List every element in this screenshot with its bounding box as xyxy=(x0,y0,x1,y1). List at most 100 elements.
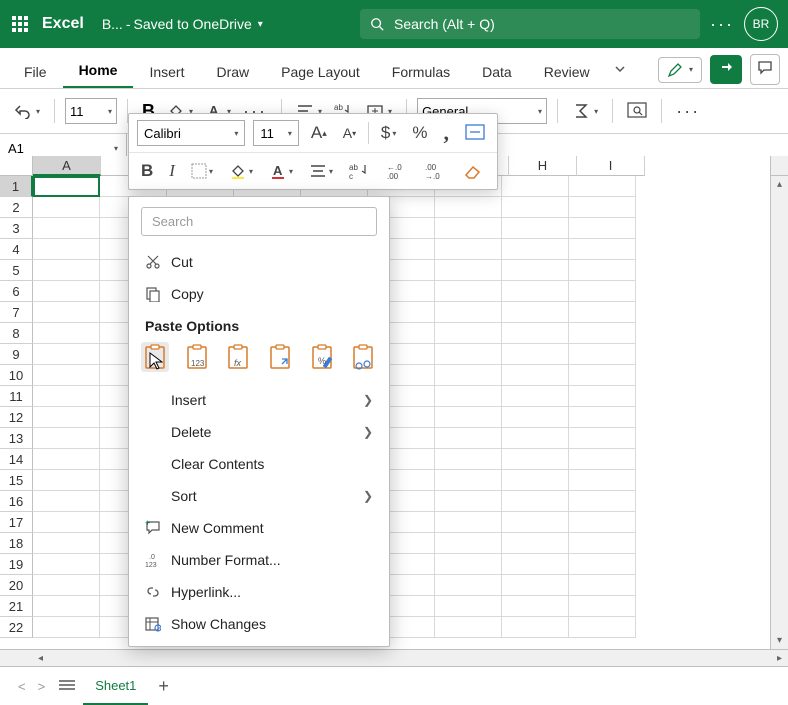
mini-borders-button[interactable]: ▾ xyxy=(187,161,217,181)
scroll-down-icon[interactable]: ▾ xyxy=(771,632,788,649)
autosum-button[interactable]: ▾ xyxy=(568,100,602,122)
cell[interactable] xyxy=(435,533,502,554)
cell[interactable] xyxy=(33,491,100,512)
mini-wrap-text-button[interactable]: abc xyxy=(345,160,375,182)
cell[interactable] xyxy=(435,281,502,302)
cell[interactable] xyxy=(502,575,569,596)
ctx-show-changes[interactable]: Show Changes xyxy=(129,608,389,640)
context-search-input[interactable]: Search xyxy=(141,207,377,236)
cell[interactable] xyxy=(569,575,636,596)
paste-option-link[interactable] xyxy=(349,342,377,372)
mini-italic-button[interactable]: I xyxy=(165,159,179,183)
cell[interactable] xyxy=(435,491,502,512)
cell[interactable] xyxy=(435,407,502,428)
cell[interactable] xyxy=(435,449,502,470)
cell[interactable] xyxy=(33,323,100,344)
cell[interactable] xyxy=(502,449,569,470)
cell[interactable] xyxy=(502,533,569,554)
cell[interactable] xyxy=(33,449,100,470)
document-title[interactable]: B... - Saved to OneDrive ▾ xyxy=(102,16,263,32)
cell[interactable] xyxy=(33,596,100,617)
cell[interactable] xyxy=(502,428,569,449)
cell[interactable] xyxy=(435,239,502,260)
row-header[interactable]: 8 xyxy=(0,323,33,344)
cell[interactable] xyxy=(33,554,100,575)
cell[interactable] xyxy=(435,197,502,218)
horizontal-scrollbar[interactable]: ◂ ▸ xyxy=(0,649,788,667)
cell[interactable] xyxy=(502,554,569,575)
cell[interactable] xyxy=(33,344,100,365)
cell[interactable] xyxy=(33,428,100,449)
row-header[interactable]: 20 xyxy=(0,575,33,596)
row-header[interactable]: 11 xyxy=(0,386,33,407)
cell[interactable] xyxy=(569,344,636,365)
cell[interactable] xyxy=(502,386,569,407)
cell[interactable] xyxy=(33,407,100,428)
row-header[interactable]: 2 xyxy=(0,197,33,218)
comments-button[interactable] xyxy=(750,54,780,85)
cell[interactable] xyxy=(33,386,100,407)
row-header[interactable]: 9 xyxy=(0,344,33,365)
row-header[interactable]: 3 xyxy=(0,218,33,239)
cell[interactable] xyxy=(33,197,100,218)
col-header-I[interactable]: I xyxy=(577,156,645,176)
cell[interactable] xyxy=(502,239,569,260)
paste-option-formulas[interactable]: fx xyxy=(224,342,252,372)
ctx-number-format[interactable]: .0123 Number Format... xyxy=(129,544,389,576)
row-header[interactable]: 16 xyxy=(0,491,33,512)
cell[interactable] xyxy=(569,218,636,239)
more-options-icon[interactable]: ··· xyxy=(710,14,734,35)
row-header[interactable]: 12 xyxy=(0,407,33,428)
cell[interactable] xyxy=(502,344,569,365)
cell[interactable] xyxy=(569,260,636,281)
tab-data[interactable]: Data xyxy=(466,54,528,88)
cell[interactable] xyxy=(33,218,100,239)
cell[interactable] xyxy=(502,365,569,386)
paste-option-values[interactable]: 123 xyxy=(183,342,211,372)
cell[interactable] xyxy=(569,617,636,638)
cell[interactable] xyxy=(569,407,636,428)
cell[interactable] xyxy=(569,533,636,554)
cell[interactable] xyxy=(569,449,636,470)
row-header[interactable]: 7 xyxy=(0,302,33,323)
comma-format-button[interactable]: , xyxy=(440,125,454,141)
cell[interactable] xyxy=(33,302,100,323)
scroll-up-icon[interactable]: ▴ xyxy=(771,176,788,193)
cell[interactable] xyxy=(435,512,502,533)
sheet-tab-active[interactable]: Sheet1 xyxy=(83,668,148,705)
tab-insert[interactable]: Insert xyxy=(133,54,200,88)
cell[interactable] xyxy=(502,260,569,281)
mini-font-color-button[interactable]: A▾ xyxy=(265,160,297,182)
cell[interactable] xyxy=(435,575,502,596)
cell[interactable] xyxy=(569,386,636,407)
row-header[interactable]: 1 xyxy=(0,176,33,197)
tab-formulas[interactable]: Formulas xyxy=(376,54,466,88)
cell[interactable] xyxy=(569,302,636,323)
paste-option-paste[interactable] xyxy=(141,342,169,372)
tab-home[interactable]: Home xyxy=(63,52,134,88)
cell[interactable] xyxy=(33,512,100,533)
mini-align-button[interactable]: ▾ xyxy=(305,161,337,181)
cell[interactable] xyxy=(502,218,569,239)
row-header[interactable]: 6 xyxy=(0,281,33,302)
row-header[interactable]: 13 xyxy=(0,428,33,449)
clear-formatting-button[interactable] xyxy=(459,161,487,181)
cell[interactable] xyxy=(569,428,636,449)
mini-fill-color-button[interactable]: ▾ xyxy=(225,160,257,182)
share-button[interactable] xyxy=(710,55,742,84)
cell[interactable] xyxy=(435,386,502,407)
cell[interactable] xyxy=(569,323,636,344)
cell[interactable] xyxy=(435,428,502,449)
mini-bold-button[interactable]: B xyxy=(137,159,157,183)
tab-file[interactable]: File xyxy=(8,54,63,88)
cell[interactable] xyxy=(435,218,502,239)
search-box[interactable]: Search (Alt + Q) xyxy=(360,9,700,39)
cell[interactable] xyxy=(502,512,569,533)
accounting-format-button[interactable]: $▾ xyxy=(377,121,400,145)
ctx-hyperlink[interactable]: Hyperlink... xyxy=(129,576,389,608)
tab-page-layout[interactable]: Page Layout xyxy=(265,54,376,88)
cell[interactable] xyxy=(33,365,100,386)
app-launcher-icon[interactable] xyxy=(12,16,28,32)
cell[interactable] xyxy=(569,281,636,302)
row-header[interactable]: 22 xyxy=(0,617,33,638)
